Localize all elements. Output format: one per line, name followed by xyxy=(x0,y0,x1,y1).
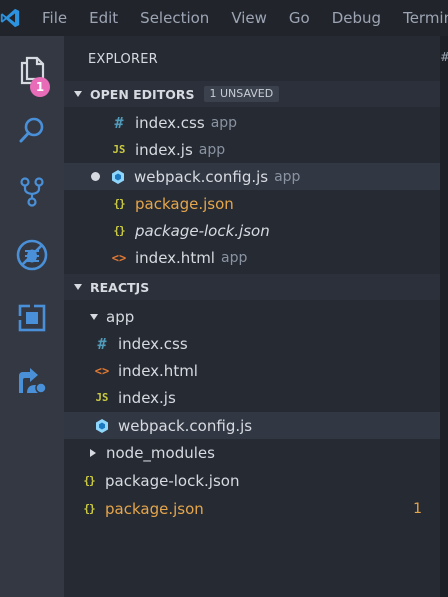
css-file-icon: # xyxy=(114,113,124,132)
chevron-down-icon xyxy=(74,91,82,97)
json-file-icon: {} xyxy=(113,197,125,210)
live-share-icon xyxy=(19,368,47,394)
workspace-header[interactable]: REACTJS xyxy=(64,274,440,300)
open-editor-item[interactable]: {} package-lock.json xyxy=(64,217,448,244)
workspace-title: REACTJS xyxy=(90,279,150,295)
menu-debug[interactable]: Debug xyxy=(332,9,381,27)
file-name: index.js xyxy=(135,140,193,159)
explorer-title: EXPLORER xyxy=(88,52,158,67)
webpack-file-icon xyxy=(109,169,127,185)
open-editors-title: OPEN EDITORS xyxy=(90,86,195,102)
file-name: index.html xyxy=(135,248,215,267)
folder-name: node_modules xyxy=(106,443,215,462)
menu-file[interactable]: File xyxy=(42,9,67,27)
file-name: webpack.config.js xyxy=(134,167,269,186)
open-editor-item[interactable]: {} package.json 1 xyxy=(64,190,448,217)
vscode-window: File Edit Selection View Go Debug Termin… xyxy=(0,0,448,597)
vscode-logo-icon xyxy=(0,0,42,36)
file-folder-description: app xyxy=(198,141,226,158)
extensions-activity-button[interactable] xyxy=(0,292,64,344)
folder-row-app[interactable]: app xyxy=(64,303,448,330)
open-editor-item[interactable]: <> index.html app xyxy=(64,244,448,271)
open-editor-item[interactable]: JS index.js app xyxy=(64,136,448,163)
extensions-icon xyxy=(18,304,46,332)
menu-go[interactable]: Go xyxy=(289,9,310,27)
source-control-activity-button[interactable] xyxy=(0,166,64,218)
open-editor-item-selected[interactable]: webpack.config.js app xyxy=(64,163,448,190)
source-control-icon xyxy=(20,177,44,207)
activity-bar: 1 xyxy=(0,36,64,597)
file-name: package.json xyxy=(135,194,234,213)
file-name: index.js xyxy=(118,388,176,407)
explorer-badge: 1 xyxy=(30,77,50,97)
explorer-sidebar: EXPLORER OPEN EDITORS 1 UNSAVED # index.… xyxy=(64,36,448,597)
editor-area-edge: # xyxy=(440,36,448,597)
tree-file-item[interactable]: {} package.json 1 xyxy=(64,495,448,522)
file-folder-description: app xyxy=(220,249,248,266)
search-activity-button[interactable] xyxy=(0,104,64,156)
search-icon xyxy=(19,117,44,143)
unsaved-dot-icon[interactable] xyxy=(91,172,100,181)
unsaved-badge: 1 UNSAVED xyxy=(203,86,280,102)
tree-file-item[interactable]: # index.css xyxy=(64,330,448,357)
folder-row-node-modules[interactable]: node_modules xyxy=(64,439,448,466)
live-share-activity-button[interactable] xyxy=(0,354,64,406)
debug-activity-button[interactable] xyxy=(0,229,64,281)
chevron-right-icon xyxy=(90,448,96,457)
file-name: package-lock.json xyxy=(105,471,240,490)
file-name: package-lock.json xyxy=(135,221,270,240)
tree-file-item-selected[interactable]: webpack.config.js xyxy=(64,412,448,439)
js-file-icon: JS xyxy=(95,391,109,404)
webpack-file-icon xyxy=(93,418,111,434)
file-name: index.css xyxy=(118,334,188,353)
html-file-icon: <> xyxy=(94,363,110,378)
tree-file-item[interactable]: {} package-lock.json xyxy=(64,467,448,494)
explorer-activity-button[interactable]: 1 xyxy=(0,44,64,97)
css-file-icon: # xyxy=(97,334,107,353)
file-name: webpack.config.js xyxy=(118,416,253,435)
chevron-down-icon xyxy=(74,284,82,290)
open-editor-item[interactable]: # index.css app xyxy=(64,109,448,136)
menu-edit[interactable]: Edit xyxy=(89,9,118,27)
file-folder-description: app xyxy=(274,168,301,185)
tree-file-item[interactable]: <> index.html xyxy=(64,357,448,384)
menu-selection[interactable]: Selection xyxy=(140,9,209,27)
more-actions-icon[interactable]: # xyxy=(440,50,448,64)
js-file-icon: JS xyxy=(112,143,126,156)
json-file-icon: {} xyxy=(83,474,95,487)
html-file-icon: <> xyxy=(111,250,127,265)
file-name: index.html xyxy=(118,361,198,380)
menu-view[interactable]: View xyxy=(231,9,267,27)
file-name: package.json xyxy=(105,499,204,518)
folder-name: app xyxy=(106,307,135,326)
file-name: index.css xyxy=(135,113,205,132)
tree-file-item[interactable]: JS index.js xyxy=(64,384,448,411)
open-editors-header[interactable]: OPEN EDITORS 1 UNSAVED xyxy=(64,81,440,107)
problem-count: 1 xyxy=(413,500,422,517)
file-folder-description: app xyxy=(210,114,238,131)
menu-terminal[interactable]: Terminal xyxy=(403,9,448,27)
debug-icon xyxy=(16,239,48,271)
chevron-down-icon xyxy=(90,313,98,320)
json-file-icon: {} xyxy=(113,224,125,237)
json-file-icon: {} xyxy=(83,502,95,515)
menu-bar: File Edit Selection View Go Debug Termin… xyxy=(0,0,448,36)
